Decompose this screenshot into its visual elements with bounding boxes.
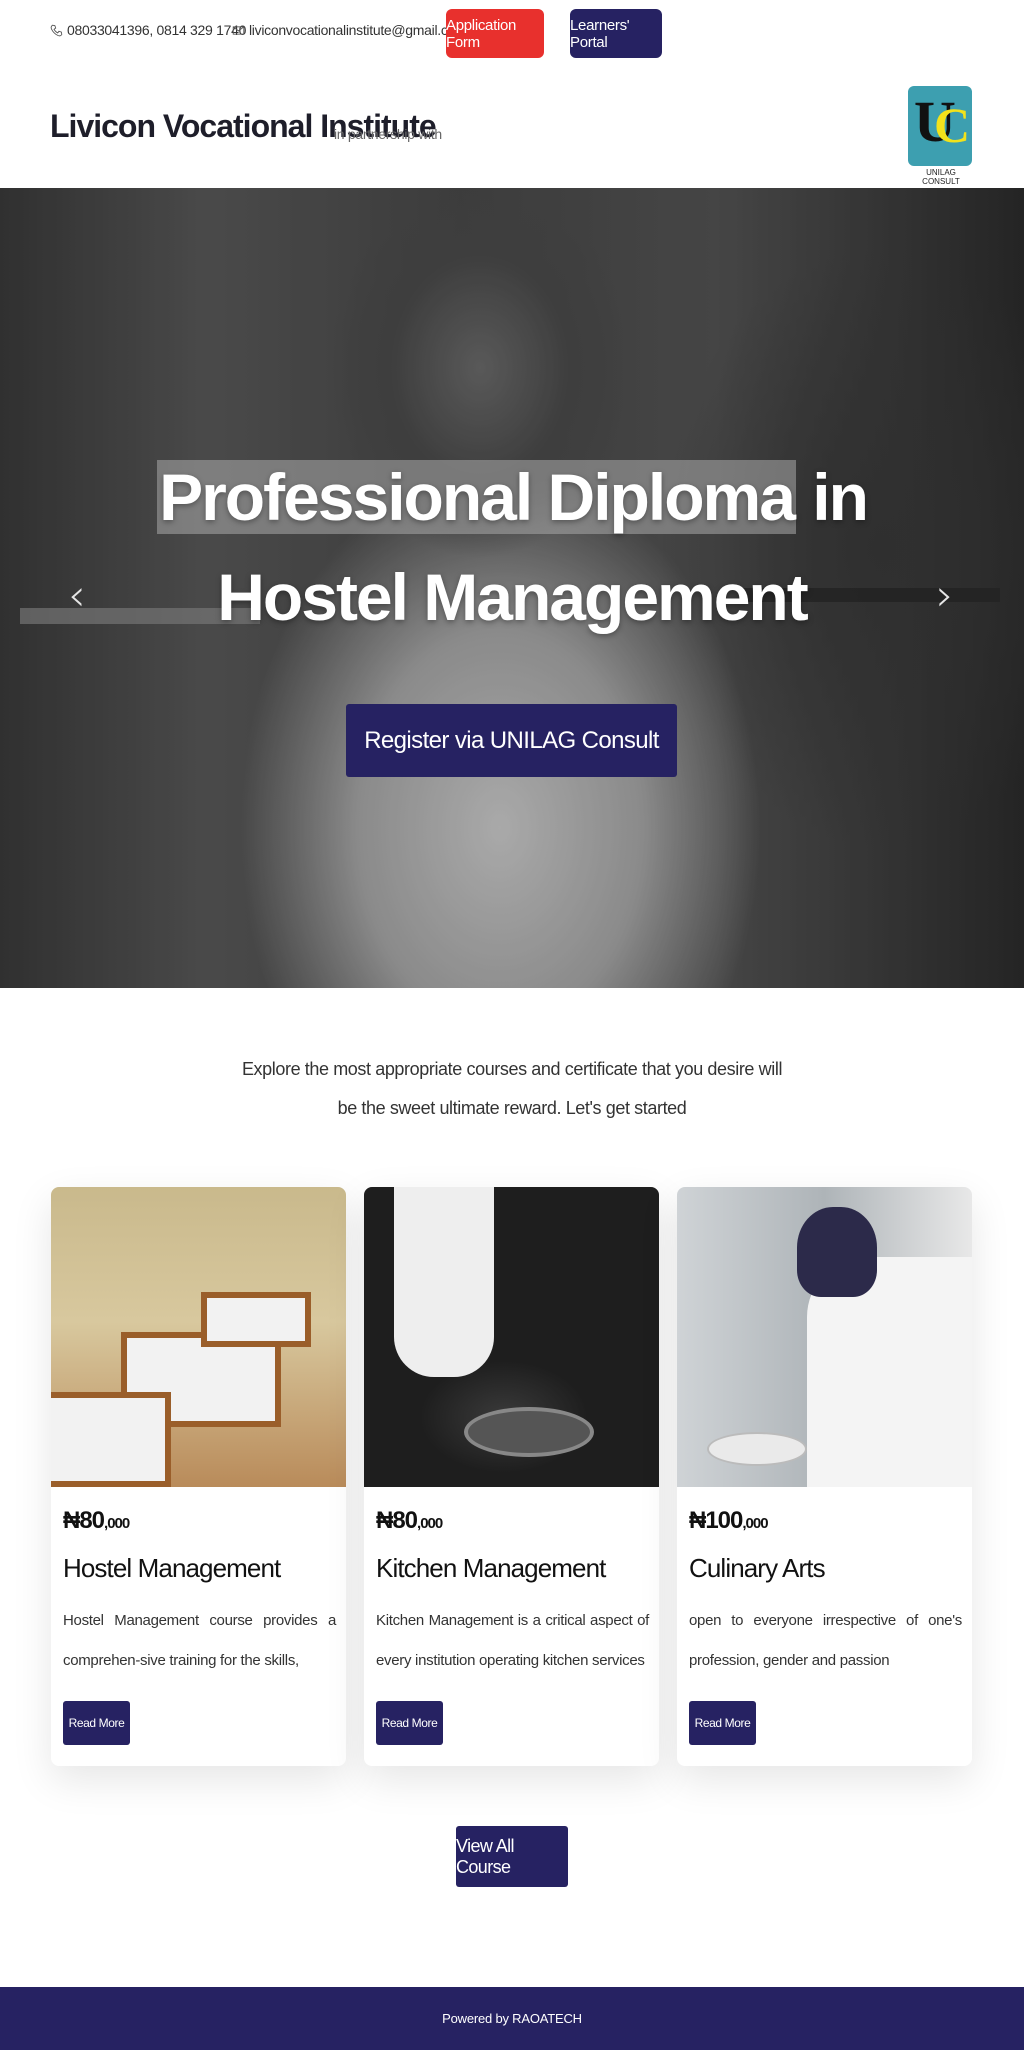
price-main: ₦80	[376, 1507, 418, 1534]
application-form-button[interactable]: Application Form	[446, 9, 544, 58]
logo-caption: UNILAG CONSULT	[922, 168, 960, 186]
kitchen-image	[364, 1187, 659, 1487]
course-title[interactable]: Culinary Arts	[689, 1553, 826, 1584]
footer: Powered by RAOATECH	[0, 1987, 1024, 2050]
price-tail: ,000	[742, 1515, 768, 1532]
view-all-courses-button[interactable]: View All Course	[456, 1826, 568, 1887]
course-description: Kitchen Management is a critical aspect …	[376, 1612, 649, 1669]
course-card: ₦100,000 Culinary Arts open to everyone …	[677, 1187, 972, 1766]
top-bar: 08033041396, 0814 329 1740 liviconvocati…	[0, 0, 1024, 64]
course-price: ₦80,000	[63, 1507, 130, 1535]
bed-shape	[201, 1292, 311, 1347]
mail-icon	[232, 25, 245, 35]
hero-slider: ‹ › Professional Diploma in Hostel Manag…	[0, 188, 1024, 988]
hero-title-highlight: Professional Diploma	[157, 460, 796, 534]
logo-tile: U C	[908, 86, 972, 166]
course-title[interactable]: Hostel Management	[63, 1553, 281, 1584]
register-button[interactable]: Register via UNILAG Consult	[346, 704, 677, 777]
footer-text[interactable]: Powered by RAOATECH	[442, 2011, 582, 2026]
read-more-button[interactable]: Read More	[689, 1701, 756, 1745]
read-more-button[interactable]: Read More	[376, 1701, 443, 1745]
culinary-image	[677, 1187, 972, 1487]
pan-shape	[464, 1407, 594, 1457]
course-card: ₦80,000 Hostel Management Hostel Managem…	[51, 1187, 346, 1766]
partner-text: in partnership with	[334, 126, 442, 142]
phone-contact: 08033041396, 0814 329 1740	[50, 22, 246, 38]
hostel-image	[51, 1187, 346, 1487]
course-price: ₦100,000	[689, 1507, 769, 1535]
course-card: ₦80,000 Kitchen Management Kitchen Manag…	[364, 1187, 659, 1766]
chef-shape	[394, 1187, 494, 1377]
plate-shape	[707, 1432, 807, 1466]
hero-title-line-2: Hostel Management	[217, 560, 808, 634]
hero-title-line-1: Professional Diploma in	[0, 448, 1024, 546]
learners-portal-button[interactable]: Learners' Portal	[570, 9, 662, 58]
course-title[interactable]: Kitchen Management	[376, 1553, 606, 1584]
email-text: liviconvocationalinstitute@gmail.com	[249, 22, 467, 38]
email-contact: liviconvocationalinstitute@gmail.com	[232, 22, 467, 38]
hero-title-rest: in	[812, 460, 869, 534]
price-main: ₦80	[63, 1507, 105, 1534]
unilag-consult-logo[interactable]: U C UNILAG CONSULT	[908, 86, 974, 186]
intro-text: Explore the most appropriate courses and…	[241, 1059, 783, 1118]
bed-shape	[51, 1392, 171, 1487]
logo-letter-c: C	[934, 97, 971, 153]
course-description: open to everyone irrespective of one's p…	[689, 1612, 962, 1669]
phone-text: 08033041396, 0814 329 1740	[67, 22, 247, 38]
chef-head-shape	[797, 1207, 877, 1297]
price-tail: ,000	[417, 1515, 443, 1532]
phone-icon	[50, 24, 63, 36]
price-tail: ,000	[104, 1515, 130, 1532]
course-description: Hostel Management course provides a comp…	[63, 1612, 336, 1669]
course-price: ₦80,000	[376, 1507, 443, 1535]
read-more-button[interactable]: Read More	[63, 1701, 130, 1745]
price-main: ₦100	[689, 1507, 743, 1534]
